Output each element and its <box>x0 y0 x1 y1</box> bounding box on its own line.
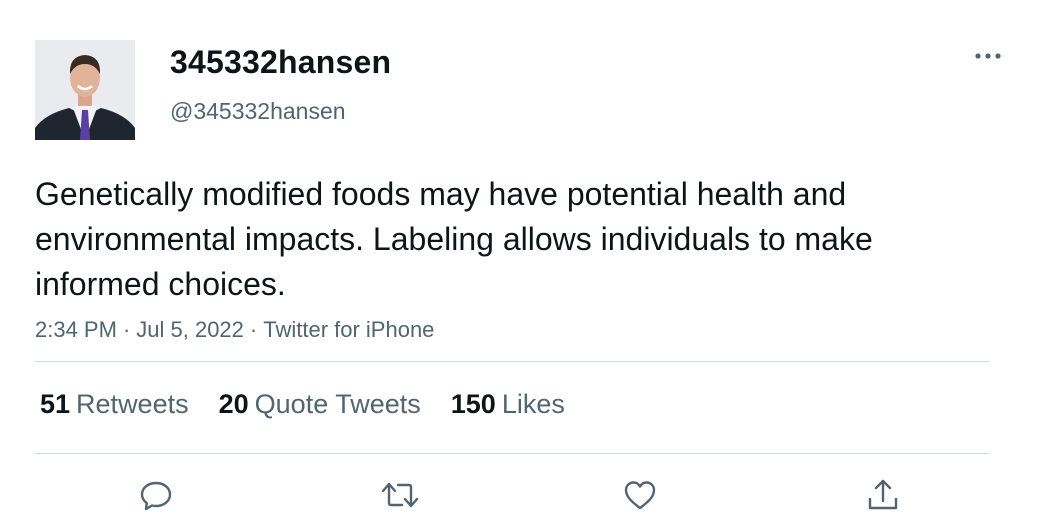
reply-button[interactable] <box>131 470 181 520</box>
quote-tweets-stat[interactable]: 20 Quote Tweets <box>219 389 421 420</box>
tweet-metadata: 2:34 PM · Jul 5, 2022 · Twitter for iPhone <box>35 317 434 343</box>
tweet-source[interactable]: Twitter for iPhone <box>263 317 434 342</box>
engagement-stats: 51 Retweets 20 Quote Tweets 150 Likes <box>40 389 565 420</box>
action-bar <box>0 470 1050 520</box>
tweet-card: 345332hansen @345332hansen Genetically m… <box>0 0 1050 525</box>
likes-stat[interactable]: 150 Likes <box>451 389 565 420</box>
display-name[interactable]: 345332hansen <box>170 44 391 81</box>
meta-separator: · <box>249 317 258 342</box>
user-handle[interactable]: @345332hansen <box>170 98 346 125</box>
avatar-photo <box>35 40 135 140</box>
share-icon <box>868 479 898 510</box>
more-icon <box>975 53 1001 59</box>
likes-count: 150 <box>450 389 496 419</box>
reply-icon <box>140 481 172 511</box>
retweets-stat[interactable]: 51 Retweets <box>40 389 189 420</box>
tweet-text: Genetically modified foods may have pote… <box>35 176 873 302</box>
share-button[interactable] <box>858 470 908 520</box>
divider <box>35 361 989 362</box>
more-options-button[interactable] <box>966 42 1010 70</box>
likes-label: Likes <box>501 389 565 419</box>
retweet-button[interactable] <box>375 470 425 520</box>
tweet-date[interactable]: Jul 5, 2022 <box>136 317 244 342</box>
retweets-count: 51 <box>40 389 71 419</box>
meta-separator: · <box>122 317 131 342</box>
heart-icon <box>624 481 656 510</box>
divider <box>35 453 989 454</box>
quote-tweets-label: Quote Tweets <box>254 389 421 419</box>
like-button[interactable] <box>615 470 665 520</box>
retweet-icon <box>381 482 419 508</box>
quote-tweets-count: 20 <box>218 389 249 419</box>
retweets-label: Retweets <box>76 389 189 419</box>
tweet-time[interactable]: 2:34 PM <box>35 317 117 342</box>
avatar[interactable] <box>35 40 135 140</box>
